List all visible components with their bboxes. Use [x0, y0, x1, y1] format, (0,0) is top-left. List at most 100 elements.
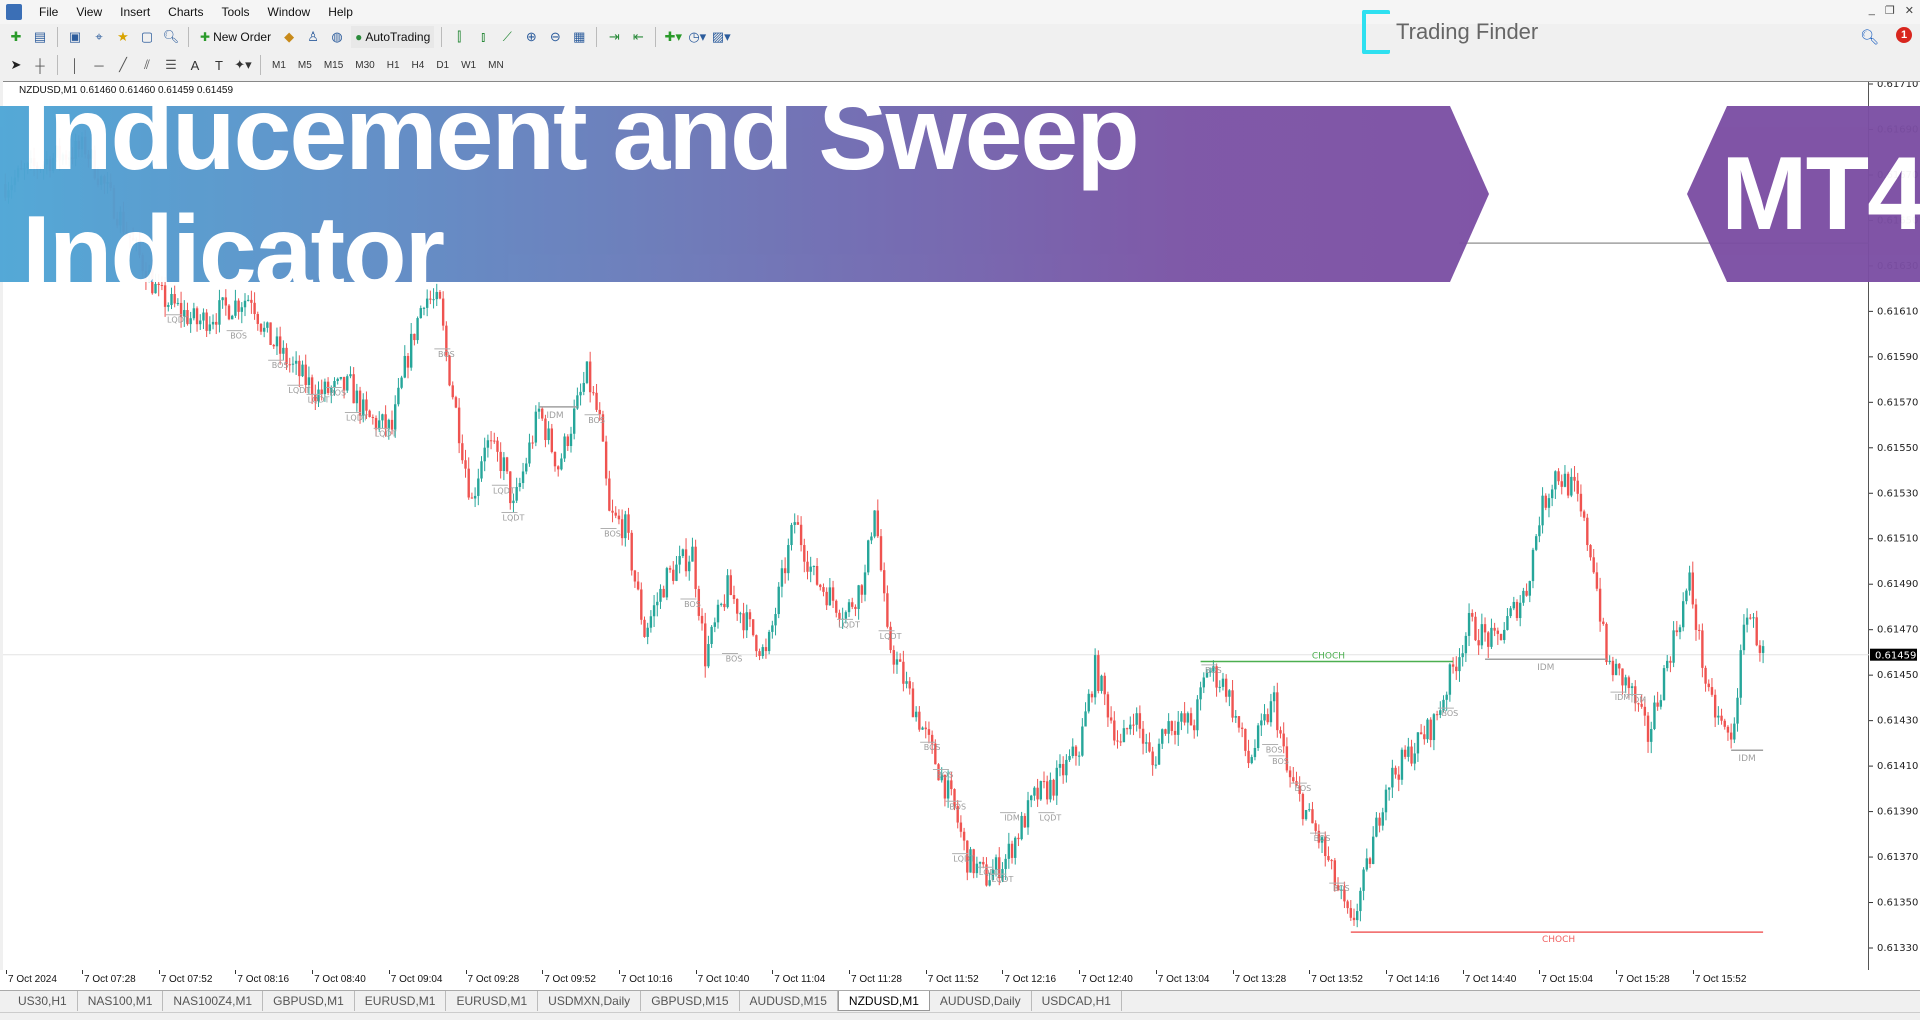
bear-candle — [1266, 714, 1269, 723]
text-label-icon[interactable]: T — [209, 55, 229, 75]
tab-eurusd-m1[interactable]: EURUSD,M1 — [446, 991, 539, 1011]
tab-usdcad-h1[interactable]: USDCAD,H1 — [1032, 991, 1122, 1011]
bear-candle — [1349, 908, 1353, 918]
market-icon[interactable]: ◍ — [327, 27, 347, 47]
timeframe-m5[interactable]: M5 — [294, 60, 316, 71]
time-tick — [158, 970, 160, 974]
cursor-icon[interactable]: ➤ — [6, 55, 26, 75]
bull-candle — [349, 374, 352, 377]
signals-icon[interactable]: ♙ — [303, 27, 323, 47]
close-icon[interactable]: ✕ — [1905, 4, 1914, 17]
bear-candle — [1368, 858, 1372, 864]
timeframe-m1[interactable]: M1 — [268, 60, 290, 71]
tab-nzdusd-m1[interactable]: NZDUSD,M1 — [837, 991, 930, 1011]
trendline-icon[interactable]: ╱ — [113, 55, 133, 75]
bull-candle — [1084, 711, 1087, 727]
tab-audusd-m15[interactable]: AUDUSD,M15 — [740, 991, 838, 1011]
arrows-icon[interactable]: ✦▾ — [233, 55, 253, 75]
timeframe-m15[interactable]: M15 — [320, 60, 347, 71]
notification-badge[interactable]: 1 — [1896, 27, 1912, 43]
tab-gbpusd-m1[interactable]: GBPUSD,M1 — [263, 991, 355, 1011]
minimize-icon[interactable]: _ — [1869, 4, 1875, 17]
timeframe-d1[interactable]: D1 — [432, 60, 453, 71]
line-chart-icon[interactable]: ⟋ — [497, 27, 517, 47]
tab-nas100z4-m1[interactable]: NAS100Z4,M1 — [163, 991, 264, 1011]
bear-candle — [205, 312, 208, 331]
bull-candle — [1407, 746, 1410, 757]
bull-candle — [761, 647, 764, 656]
bull-candle — [1736, 697, 1739, 724]
bull-candle — [1202, 677, 1205, 688]
bear-candle — [566, 436, 569, 446]
bear-candle — [1525, 590, 1528, 596]
tab-usdmxn-daily[interactable]: USDMXN,Daily — [538, 991, 642, 1011]
bull-candle — [1653, 702, 1656, 730]
data-window-icon[interactable]: ⌖ — [89, 27, 109, 47]
menu-file[interactable]: File — [30, 5, 67, 19]
tab-eurusd-m1[interactable]: EURUSD,M1 — [355, 991, 447, 1011]
candlestick-icon[interactable]: ⫾ — [473, 27, 493, 47]
menu-insert[interactable]: Insert — [111, 5, 159, 19]
bull-candle — [1413, 753, 1416, 764]
bull-candle — [294, 360, 298, 364]
indicators-icon[interactable]: ✚▾ — [663, 27, 683, 47]
new-order-button[interactable]: ✚ New Order — [196, 26, 275, 48]
strategy-tester-icon[interactable]: 🔍︎ — [161, 27, 181, 47]
vertical-line-icon[interactable]: │ — [65, 55, 85, 75]
restore-icon[interactable]: ❐ — [1885, 4, 1895, 17]
text-icon[interactable]: A — [185, 55, 205, 75]
timeframe-w1[interactable]: W1 — [457, 60, 480, 71]
new-chart-icon[interactable]: ✚ — [6, 27, 26, 47]
zoom-out-icon[interactable]: ⊖ — [545, 27, 565, 47]
bull-candle — [1384, 789, 1388, 813]
bull-candle — [1269, 701, 1273, 723]
bear-candle — [672, 569, 675, 581]
bull-candle — [1359, 890, 1362, 912]
autotrading-button[interactable]: ● AutoTrading — [351, 26, 435, 48]
timeframe-mn[interactable]: MN — [484, 60, 508, 71]
timeframe-h4[interactable]: H4 — [408, 60, 429, 71]
bull-candle — [1068, 756, 1071, 760]
bos-label: BOS — [1442, 709, 1459, 718]
menu-charts[interactable]: Charts — [159, 5, 212, 19]
menu-tools[interactable]: Tools — [213, 5, 259, 19]
bear-candle — [668, 568, 672, 570]
bull-candle — [1308, 809, 1311, 811]
channel-icon[interactable]: ⫽ — [137, 55, 157, 75]
fibonacci-icon[interactable]: ☰ — [161, 55, 181, 75]
bear-candle — [704, 623, 707, 667]
menu-window[interactable]: Window — [259, 5, 320, 19]
horizontal-line-icon[interactable]: ─ — [89, 55, 109, 75]
autoscroll-icon[interactable]: ⇤ — [628, 27, 648, 47]
bull-candle — [1260, 720, 1263, 726]
metaeditor-icon[interactable]: ◆ — [279, 27, 299, 47]
terminal-icon[interactable]: ▢ — [137, 27, 157, 47]
menu-help[interactable]: Help — [319, 5, 362, 19]
tab-nas100-m1[interactable]: NAS100,M1 — [78, 991, 164, 1011]
periods-icon[interactable]: ◷▾ — [687, 27, 707, 47]
tab-us30-h1[interactable]: US30,H1 — [8, 991, 78, 1011]
bear-candle — [1592, 557, 1595, 573]
timeframe-h1[interactable]: H1 — [383, 60, 404, 71]
crosshair-icon[interactable]: ┼ — [30, 55, 50, 75]
tile-windows-icon[interactable]: ▦ — [569, 27, 589, 47]
bull-candle — [339, 376, 343, 379]
bull-candle — [1519, 602, 1522, 619]
profiles-icon[interactable]: ▤ — [30, 27, 50, 47]
timeframe-m30[interactable]: M30 — [351, 60, 378, 71]
navigator-icon[interactable]: ★ — [113, 27, 133, 47]
templates-icon[interactable]: ▨▾ — [711, 27, 731, 47]
bear-candle — [1646, 715, 1650, 742]
search-icon[interactable]: 🔍︎ — [1860, 28, 1879, 46]
bull-candle — [585, 361, 589, 383]
bar-chart-icon[interactable]: ⫿ — [449, 27, 469, 47]
bull-candle — [1717, 715, 1720, 718]
tab-gbpusd-m15[interactable]: GBPUSD,M15 — [641, 991, 740, 1011]
bull-candle — [1362, 869, 1365, 891]
zoom-in-icon[interactable]: ⊕ — [521, 27, 541, 47]
divider — [596, 27, 598, 47]
menu-view[interactable]: View — [67, 5, 111, 19]
chart-shift-icon[interactable]: ⇥ — [604, 27, 624, 47]
market-watch-icon[interactable]: ▣ — [65, 27, 85, 47]
tab-audusd-daily[interactable]: AUDUSD,Daily — [930, 991, 1032, 1011]
